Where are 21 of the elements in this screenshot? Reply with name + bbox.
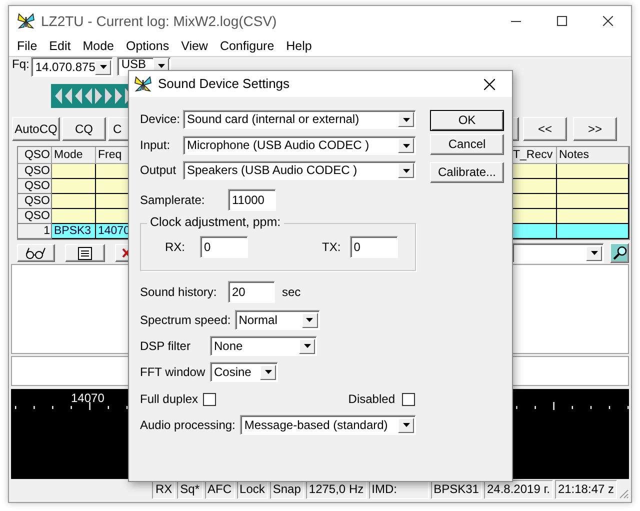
field-label: Audio processing: bbox=[140, 418, 236, 433]
unit-label: sec bbox=[282, 284, 301, 300]
field-label: Disabled bbox=[348, 392, 395, 406]
field-label: RX: bbox=[165, 240, 186, 254]
field-label: Full duplex bbox=[140, 392, 198, 406]
scale-label: 14070 bbox=[71, 391, 104, 406]
status-field: 21:18:47 z bbox=[554, 480, 617, 499]
field-label: Samplerate: bbox=[140, 192, 206, 208]
table-cell: BPSK3 bbox=[52, 224, 96, 239]
dialog-title: Sound Device Settings bbox=[158, 76, 290, 92]
field-label: FFT window bbox=[140, 364, 206, 380]
field-label: Spectrum speed: bbox=[140, 312, 231, 328]
frequency-label: Fq: bbox=[12, 57, 30, 72]
field-label: Output bbox=[140, 163, 178, 178]
field-label: Sound history: bbox=[140, 284, 218, 300]
field-label: Device: bbox=[140, 112, 182, 127]
group-title: Clock adjustment, ppm: bbox=[147, 215, 284, 230]
field-label: TX: bbox=[322, 240, 341, 254]
field-label: Input: bbox=[140, 138, 172, 153]
window-title: LZ2TU - Current log: MixW2.log(CSV) bbox=[41, 12, 277, 30]
field-label: DSP filter bbox=[140, 338, 192, 354]
